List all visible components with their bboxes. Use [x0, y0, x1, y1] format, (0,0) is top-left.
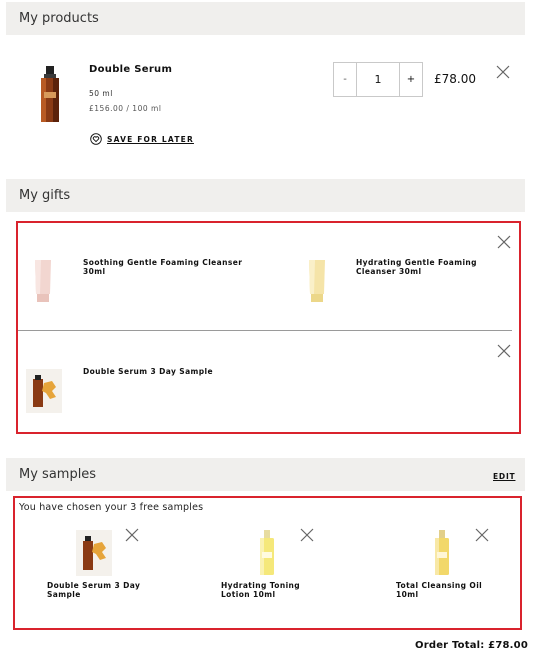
yellow-tube-icon	[307, 260, 327, 303]
sample-name: Hydrating Toning Lotion 10ml	[221, 581, 301, 599]
my-samples-header: My samples	[6, 458, 525, 491]
serum-sample-icon	[76, 530, 112, 576]
serum-bottle-icon	[38, 66, 62, 123]
save-for-later-label: SAVE FOR LATER	[107, 134, 194, 144]
gift-name: Soothing Gentle Foaming Cleanser 30ml	[83, 258, 243, 276]
my-products-title: My products	[19, 11, 99, 26]
sample-name: Total Cleansing Oil 10ml	[396, 581, 483, 599]
gifts-highlight-box	[16, 221, 521, 434]
heart-icon	[90, 133, 102, 145]
product-size: 50 ml	[89, 89, 113, 98]
edit-samples-link[interactable]: EDIT	[493, 472, 515, 481]
pink-tube-icon	[33, 260, 53, 303]
gift-name: Hydrating Gentle Foaming Cleanser 30ml	[356, 258, 477, 276]
product-price: £78.00	[434, 72, 476, 86]
samples-note: You have chosen your 3 free samples	[19, 502, 204, 513]
remove-sample-close-icon[interactable]	[300, 528, 314, 542]
gift-divider	[18, 330, 512, 331]
remove-gift-close-icon[interactable]	[497, 344, 511, 358]
my-products-header: My products	[6, 2, 525, 35]
save-for-later-link[interactable]: SAVE FOR LATER	[90, 133, 194, 145]
increase-quantity-button[interactable]: +	[399, 63, 422, 96]
my-gifts-title: My gifts	[19, 188, 71, 203]
sample-name: Double Serum 3 Day Sample	[47, 581, 141, 599]
remove-gift-close-icon[interactable]	[497, 235, 511, 249]
quantity-stepper[interactable]: - 1 +	[333, 62, 423, 97]
lotion-bottle-icon	[257, 530, 277, 576]
oil-bottle-icon	[432, 530, 452, 576]
remove-product-close-icon[interactable]	[496, 65, 510, 79]
order-total: Order Total: £78.00	[415, 640, 528, 651]
remove-sample-close-icon[interactable]	[125, 528, 139, 542]
product-unit-price: £156.00 / 100 ml	[89, 104, 162, 113]
product-name[interactable]: Double Serum	[89, 64, 172, 75]
quantity-value[interactable]: 1	[357, 63, 399, 96]
my-samples-title: My samples	[19, 467, 97, 482]
remove-sample-close-icon[interactable]	[475, 528, 489, 542]
my-gifts-header: My gifts	[6, 179, 525, 212]
decrease-quantity-button[interactable]: -	[334, 63, 357, 96]
serum-sample-icon	[26, 369, 62, 413]
gift-name: Double Serum 3 Day Sample	[83, 367, 213, 376]
